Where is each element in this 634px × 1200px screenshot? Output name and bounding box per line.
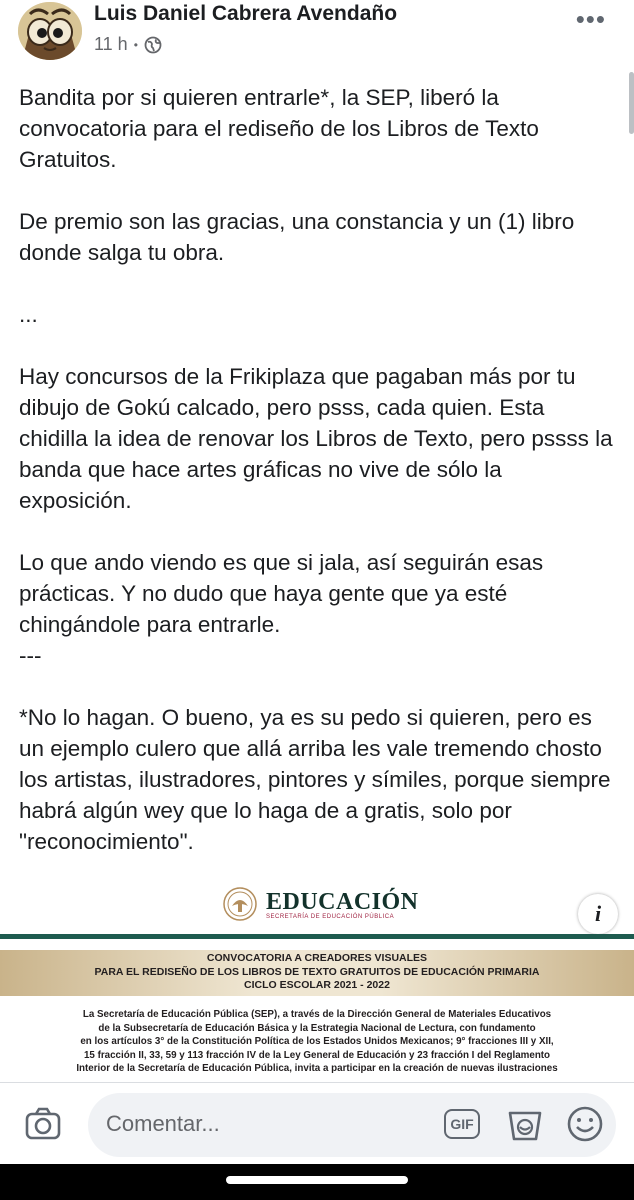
comment-placeholder: Comentar... (106, 1111, 220, 1136)
convocatoria-body: La Secretaría de Educación Pública (SEP)… (20, 1008, 614, 1076)
post-paragraph: Lo que ando viendo es que si jala, así s… (19, 550, 544, 668)
gif-button[interactable]: GIF (444, 1109, 480, 1139)
title-line: PARA EL REDISEÑO DE LOS LIBROS DE TEXTO … (94, 965, 540, 978)
post-paragraph: Hay concursos de la Frikiplaza que pagab… (19, 364, 619, 513)
emoji-icon[interactable] (566, 1105, 604, 1143)
post-paragraph: ... (19, 302, 38, 327)
post-paragraph: *No lo hagan. O bueno, ya es su pedo si … (19, 705, 617, 854)
info-icon[interactable]: i (578, 894, 618, 934)
author-avatar[interactable] (18, 2, 82, 60)
post-image[interactable]: EDUCACIÓN SECRETARÍA DE EDUCACIÓN PÚBLIC… (0, 874, 634, 1082)
sep-logo: EDUCACIÓN SECRETARÍA DE EDUCACIÓN PÚBLIC… (222, 886, 419, 922)
post-paragraph: De premio son las gracias, una constanci… (19, 209, 581, 265)
meta-separator: • (133, 37, 138, 52)
body-line: Interior de la Secretaría de Educación P… (76, 1063, 558, 1075)
more-dots-icon[interactable]: ••• (576, 4, 606, 35)
convocatoria-title: CONVOCATORIA A CREADORES VISUALES PARA E… (0, 952, 634, 993)
post-paragraph: Bandita por si quieren entrarle*, la SEP… (19, 85, 546, 172)
body-line: La Secretaría de Educación Pública (SEP)… (82, 1009, 552, 1020)
post-text: Bandita por si quieren entrarle*, la SEP… (19, 82, 619, 888)
system-nav-bar (0, 1164, 634, 1200)
scrollbar[interactable] (629, 72, 634, 134)
body-line: de la Subsecretaría de Educación Básica … (98, 1022, 536, 1034)
body-line: en los artículos 3° de la Constitución P… (80, 1036, 554, 1048)
author-name[interactable]: Luis Daniel Cabrera Avendaño (94, 2, 397, 26)
post-header: Luis Daniel Cabrera Avendaño 11 h • ••• (0, 0, 634, 70)
title-line: CICLO ESCOLAR 2021 - 2022 (244, 979, 390, 991)
home-indicator[interactable] (226, 1176, 408, 1184)
logo-text: EDUCACIÓN SECRETARÍA DE EDUCACIÓN PÚBLIC… (266, 889, 419, 920)
logo-title: EDUCACIÓN (266, 888, 419, 915)
eagle-seal-icon (223, 887, 257, 921)
post-meta: 11 h • (94, 34, 162, 55)
comment-input[interactable]: Comentar... GIF (88, 1093, 616, 1157)
post-time[interactable]: 11 h (94, 34, 128, 55)
body-line: 15 fracción II, 33, 59 y 113 fracción IV… (83, 1049, 551, 1061)
sticker-icon[interactable] (506, 1105, 544, 1143)
camera-icon[interactable] (24, 1105, 62, 1143)
globe-icon (144, 36, 162, 54)
comment-bar: Comentar... GIF (0, 1082, 634, 1165)
green-divider (0, 934, 634, 939)
title-line: CONVOCATORIA A CREADORES VISUALES (206, 952, 428, 964)
